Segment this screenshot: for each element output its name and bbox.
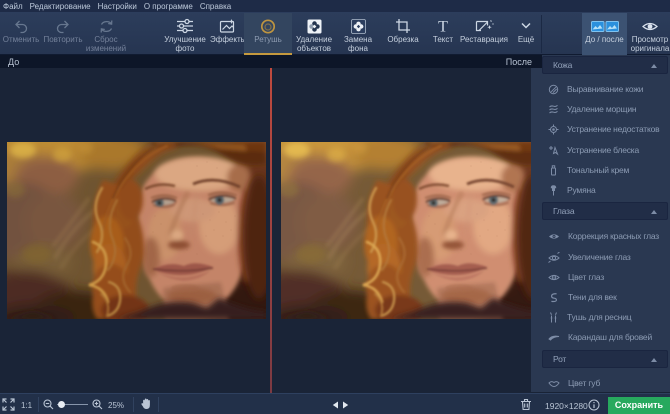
svg-text:T: T xyxy=(438,19,448,35)
